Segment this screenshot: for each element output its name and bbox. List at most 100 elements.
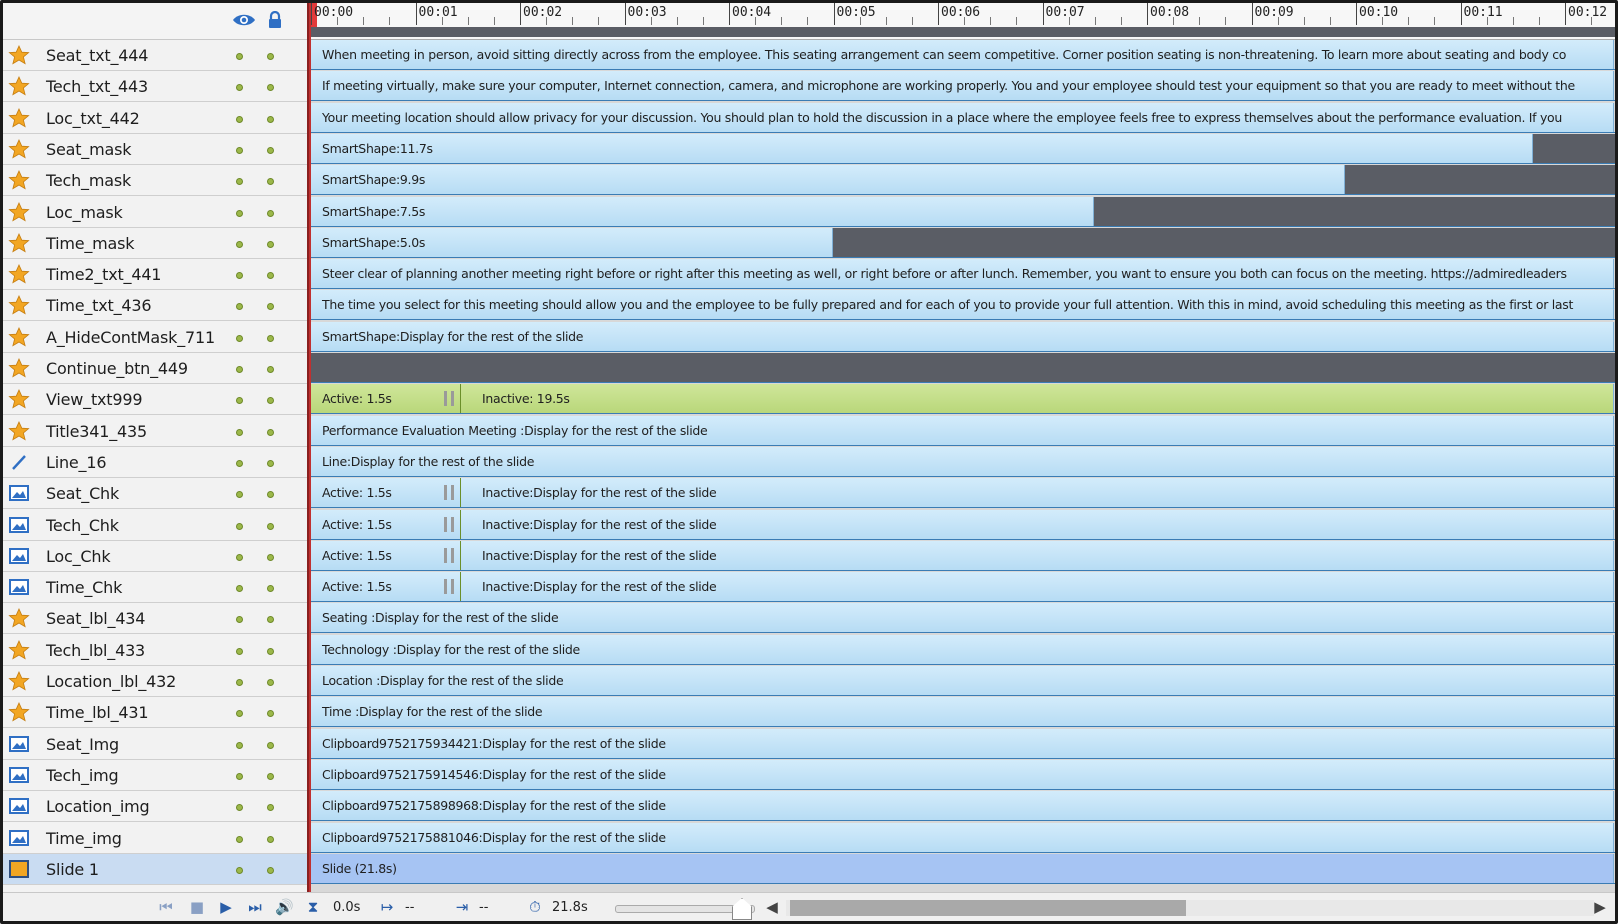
- lock-toggle[interactable]: [267, 240, 274, 248]
- pause-marker[interactable]: [444, 485, 447, 501]
- timeline-bar[interactable]: Steer clear of planning another meeting …: [309, 259, 1614, 289]
- lock-toggle[interactable]: [267, 741, 274, 749]
- pause-marker[interactable]: [444, 391, 447, 407]
- layer-row[interactable]: Loc_txt_442: [3, 102, 307, 134]
- layer-row[interactable]: Tech_mask: [3, 165, 307, 197]
- timeline-bar[interactable]: Technology :Display for the rest of the …: [309, 634, 1614, 664]
- layer-row[interactable]: Time_img: [3, 822, 307, 854]
- timeline-bar[interactable]: Clipboard9752175881046:Display for the r…: [309, 822, 1614, 852]
- timeline-bar[interactable]: SmartShape:7.5s: [309, 196, 1094, 226]
- layer-row[interactable]: Seat_lbl_434: [3, 603, 307, 635]
- visibility-toggle[interactable]: [236, 804, 243, 812]
- timeline-bar[interactable]: SmartShape:9.9s: [309, 165, 1345, 195]
- layer-row[interactable]: Continue_btn_449: [3, 353, 307, 384]
- timeline-bar[interactable]: Clipboard9752175934421:Display for the r…: [309, 728, 1614, 758]
- visibility-toggle[interactable]: [236, 553, 243, 561]
- timeline-bar[interactable]: Location :Display for the rest of the sl…: [309, 666, 1614, 695]
- timeline-bar[interactable]: SmartShape:5.0s: [309, 227, 833, 257]
- visibility-toggle[interactable]: [236, 522, 243, 530]
- lock-toggle[interactable]: [267, 53, 274, 60]
- pause-marker[interactable]: [451, 391, 454, 407]
- pause-marker[interactable]: [444, 516, 447, 532]
- layer-row[interactable]: Time2_txt_441: [3, 259, 307, 291]
- eye-icon[interactable]: [232, 12, 256, 28]
- go-to-start-icon[interactable]: ⏮: [157, 898, 175, 916]
- timeline-bar[interactable]: Clipboard9752175914546:Display for the r…: [309, 759, 1614, 789]
- visibility-toggle[interactable]: [236, 772, 243, 780]
- layer-row[interactable]: Time_mask: [3, 227, 307, 259]
- visibility-toggle[interactable]: [236, 616, 243, 624]
- visibility-toggle[interactable]: [236, 178, 243, 186]
- visibility-toggle[interactable]: [236, 272, 243, 280]
- layer-row[interactable]: Slide 1: [3, 853, 307, 885]
- scroll-left-icon[interactable]: ◀: [763, 898, 781, 916]
- lock-icon[interactable]: [267, 11, 283, 29]
- visibility-toggle[interactable]: [236, 84, 243, 92]
- lock-toggle[interactable]: [267, 334, 274, 342]
- timeline-bar[interactable]: Clipboard9752175898968:Display for the r…: [309, 791, 1614, 821]
- layer-row[interactable]: Tech_Chk: [3, 509, 307, 541]
- timeline-bar[interactable]: Slide (21.8s): [309, 853, 1614, 883]
- visibility-toggle[interactable]: [236, 428, 243, 436]
- layer-row[interactable]: Time_Chk: [3, 572, 307, 604]
- lock-toggle[interactable]: [267, 491, 274, 499]
- lock-toggle[interactable]: [267, 679, 274, 686]
- timeline-bar[interactable]: Seating :Display for the rest of the sli…: [309, 603, 1614, 633]
- lock-toggle[interactable]: [267, 397, 274, 405]
- lock-toggle[interactable]: [267, 115, 274, 123]
- lock-toggle[interactable]: [267, 553, 274, 561]
- lock-toggle[interactable]: [267, 522, 274, 530]
- layer-row[interactable]: Tech_lbl_433: [3, 634, 307, 666]
- timeline-bar[interactable]: Active: 1.5s Inactive:Display for the res…: [309, 572, 1614, 602]
- timeline-bar[interactable]: Active: 1.5s Inactive: 19.5s: [309, 384, 1614, 414]
- layer-row[interactable]: Seat_Chk: [3, 478, 307, 510]
- pause-marker[interactable]: [451, 579, 454, 595]
- visibility-toggle[interactable]: [236, 209, 243, 217]
- layer-row[interactable]: Tech_img: [3, 759, 307, 791]
- visibility-toggle[interactable]: [236, 115, 243, 123]
- timeline-bar[interactable]: When meeting in person, avoid sitting di…: [309, 40, 1614, 69]
- visibility-toggle[interactable]: [236, 710, 243, 718]
- lock-toggle[interactable]: [267, 84, 274, 92]
- lock-toggle[interactable]: [267, 866, 274, 874]
- layer-row[interactable]: Seat_mask: [3, 133, 307, 165]
- timeline-bar[interactable]: SmartShape:Display for the rest of the s…: [309, 321, 1614, 351]
- layer-row[interactable]: Tech_txt_443: [3, 71, 307, 103]
- timeline-bar[interactable]: Line:Display for the rest of the slide: [309, 446, 1614, 476]
- visibility-toggle[interactable]: [236, 53, 243, 60]
- visibility-toggle[interactable]: [236, 334, 243, 342]
- visibility-toggle[interactable]: [236, 366, 243, 373]
- timeline-bar[interactable]: Active: 1.5s Inactive:Display for the res…: [309, 509, 1614, 539]
- timeline-bar[interactable]: Active: 1.5s Inactive:Display for the res…: [309, 478, 1614, 508]
- pause-marker[interactable]: [451, 485, 454, 501]
- visibility-toggle[interactable]: [236, 240, 243, 248]
- layer-row[interactable]: Seat_txt_444: [3, 40, 307, 71]
- lock-toggle[interactable]: [267, 772, 274, 780]
- visibility-toggle[interactable]: [236, 397, 243, 405]
- lock-toggle[interactable]: [267, 585, 274, 593]
- visibility-toggle[interactable]: [236, 491, 243, 499]
- lock-toggle[interactable]: [267, 146, 274, 154]
- lock-toggle[interactable]: [267, 616, 274, 624]
- time-ruler[interactable]: 00:00 00:01 00:02 00:03 00:04 00:05 00:06 00:07…: [309, 3, 1615, 40]
- timeline-bar[interactable]: Active: 1.5s Inactive:Display for the res…: [309, 540, 1614, 570]
- lock-toggle[interactable]: [267, 647, 274, 655]
- layer-row[interactable]: Location_lbl_432: [3, 666, 307, 697]
- volume-icon[interactable]: 🔊: [275, 898, 294, 916]
- lock-toggle[interactable]: [267, 178, 274, 186]
- timeline-bar[interactable]: Your meeting location should allow priva…: [309, 102, 1614, 132]
- lock-toggle[interactable]: [267, 209, 274, 217]
- visibility-toggle[interactable]: [236, 835, 243, 843]
- lock-toggle[interactable]: [267, 459, 274, 467]
- visibility-toggle[interactable]: [236, 303, 243, 311]
- layer-row[interactable]: Loc_Chk: [3, 540, 307, 572]
- horizontal-scrollbar[interactable]: [786, 900, 1594, 916]
- pause-marker[interactable]: [444, 579, 447, 595]
- stop-icon[interactable]: ■: [188, 898, 206, 916]
- scroll-right-icon[interactable]: ▶: [1591, 898, 1609, 916]
- go-to-end-icon[interactable]: ⏭: [246, 898, 264, 916]
- lock-toggle[interactable]: [267, 428, 274, 436]
- visibility-toggle[interactable]: [236, 146, 243, 154]
- timeline-bar[interactable]: The time you select for this meeting sho…: [309, 290, 1614, 320]
- lock-toggle[interactable]: [267, 710, 274, 718]
